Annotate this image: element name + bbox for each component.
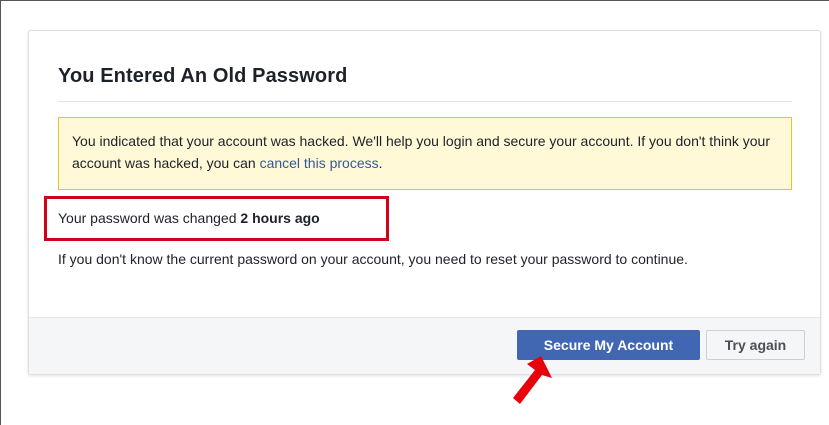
password-changed-prefix: Your password was changed — [58, 210, 241, 226]
hacked-notice: You indicated that your account was hack… — [58, 117, 792, 190]
dialog-footer: Secure My Account Try again — [29, 317, 820, 374]
password-changed-time: 2 hours ago — [240, 210, 320, 226]
pointer-arrow-icon — [513, 356, 552, 404]
dialog-title: You Entered An Old Password — [58, 65, 348, 87]
password-changed-text: Your password was changed 2 hours ago — [58, 210, 320, 226]
frame-top-border — [0, 0, 829, 1]
pointer-arrow-shape — [513, 356, 552, 404]
notice-suffix: . — [378, 155, 383, 171]
reset-explanation: If you don't know the current password o… — [58, 251, 688, 267]
cancel-process-link[interactable]: cancel this process — [260, 155, 379, 171]
old-password-dialog: You Entered An Old Password You indicate… — [28, 30, 821, 375]
notice-text: You indicated that your account was hack… — [72, 133, 770, 171]
try-again-button[interactable]: Try again — [706, 330, 805, 360]
frame-left-border — [0, 0, 1, 425]
title-divider — [58, 101, 792, 102]
